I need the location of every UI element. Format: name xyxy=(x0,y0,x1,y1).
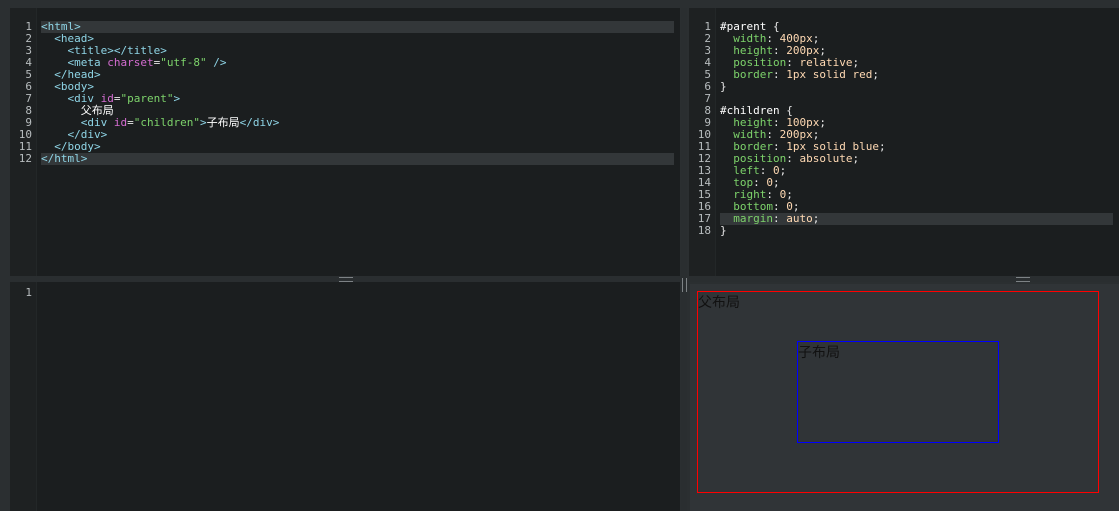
line-text[interactable]: } xyxy=(720,225,1113,237)
code-line[interactable]: 6} xyxy=(689,81,1119,93)
code-token: /> xyxy=(206,56,227,69)
code-line[interactable]: 18} xyxy=(689,225,1119,237)
line-text[interactable]: </body> xyxy=(41,141,674,153)
code-token: "utf-8" xyxy=(160,56,207,69)
code-token: ; xyxy=(812,212,820,225)
preview-parent-text: 父布局 xyxy=(698,295,740,311)
line-text[interactable]: <div id="parent"> xyxy=(41,93,674,105)
preview-children-box: 子布局 xyxy=(797,341,999,443)
html-editor-pane[interactable]: 1 <html> 2 <head> 3 <title></title> 4 <meta … xyxy=(10,8,680,276)
line-text[interactable]: </head> xyxy=(41,69,674,81)
code-token: ; xyxy=(819,116,826,129)
code-line[interactable]: 1 xyxy=(10,287,680,299)
result-preview-pane: 父布局 子布局 xyxy=(690,284,1119,511)
code-token: "parent" xyxy=(120,92,174,105)
code-token: charset xyxy=(107,56,154,69)
line-number: 1 xyxy=(25,286,32,299)
line-text[interactable]: } xyxy=(720,81,1113,93)
html-code-area[interactable]: 1 <html> 2 <head> 3 <title></title> 4 <meta … xyxy=(10,21,680,165)
code-token: id xyxy=(113,116,128,129)
code-token: </html> xyxy=(41,152,88,165)
code-line[interactable]: 4 <meta charset="utf-8" /> xyxy=(10,57,680,69)
js-code-area[interactable]: 1 xyxy=(10,287,680,299)
js-editor-gutter xyxy=(10,282,37,511)
line-text[interactable]: </html> xyxy=(41,153,674,165)
code-token: > xyxy=(173,92,181,105)
code-line[interactable]: 17 margin: auto; xyxy=(689,213,1119,225)
code-token: 子布局 xyxy=(206,116,240,129)
line-text[interactable]: margin: auto; xyxy=(720,213,1113,225)
code-token: margin xyxy=(733,212,773,225)
line-text[interactable]: <div id="children">子布局</div> xyxy=(41,117,674,129)
js-editor-pane[interactable]: 1 xyxy=(10,282,680,511)
code-line[interactable]: 1 <html> xyxy=(10,21,680,33)
code-token: : xyxy=(786,152,800,165)
code-token: ; xyxy=(852,152,860,165)
css-editor-pane[interactable]: 1 #parent {2 width: 400px; 3 height: 200px… xyxy=(689,8,1119,276)
code-token: border xyxy=(733,68,773,81)
code-token: } xyxy=(720,80,727,93)
code-line[interactable]: 11 </body> xyxy=(10,141,680,153)
splitter-grip-icon xyxy=(1016,277,1030,282)
line-number: 18 xyxy=(697,224,711,237)
preview-parent-box: 父布局 子布局 xyxy=(697,291,1099,493)
code-token: } xyxy=(720,224,727,237)
code-line[interactable]: 10 </div> xyxy=(10,129,680,141)
code-token: : xyxy=(773,212,787,225)
code-token: "children" xyxy=(133,116,200,129)
css-code-area[interactable]: 1 #parent {2 width: 400px; 3 height: 200px… xyxy=(689,21,1119,237)
splitter-grip-icon xyxy=(682,278,687,292)
vertical-splitter[interactable] xyxy=(681,8,687,511)
code-token: : xyxy=(773,68,787,81)
line-text[interactable]: <html> xyxy=(41,21,674,33)
code-line[interactable]: 5 </head> xyxy=(10,69,680,81)
code-token: auto xyxy=(786,212,813,225)
code-token: = xyxy=(113,92,121,105)
code-token: absolute xyxy=(799,152,853,165)
line-text[interactable]: <meta charset="utf-8" /> xyxy=(41,57,674,69)
right-horizontal-splitter[interactable] xyxy=(689,276,1119,282)
code-line[interactable]: 9 <div id="children">子布局</div> xyxy=(10,117,680,129)
code-token: ; xyxy=(878,140,886,153)
code-token: ; xyxy=(872,68,879,81)
code-token: </div> xyxy=(239,116,280,129)
code-line[interactable]: 12 </html> xyxy=(10,153,680,165)
preview-children-text: 子布局 xyxy=(798,345,840,361)
code-line[interactable]: 5 border: 1px solid red; xyxy=(689,69,1119,81)
line-number: 12 xyxy=(18,152,32,165)
line-text[interactable]: border: 1px solid red; xyxy=(720,69,1113,81)
line-text[interactable]: </div> xyxy=(41,129,674,141)
code-token: = xyxy=(127,116,134,129)
code-token: ; xyxy=(779,164,787,177)
code-token: 1px solid red xyxy=(786,68,873,81)
code-token: > xyxy=(199,116,207,129)
